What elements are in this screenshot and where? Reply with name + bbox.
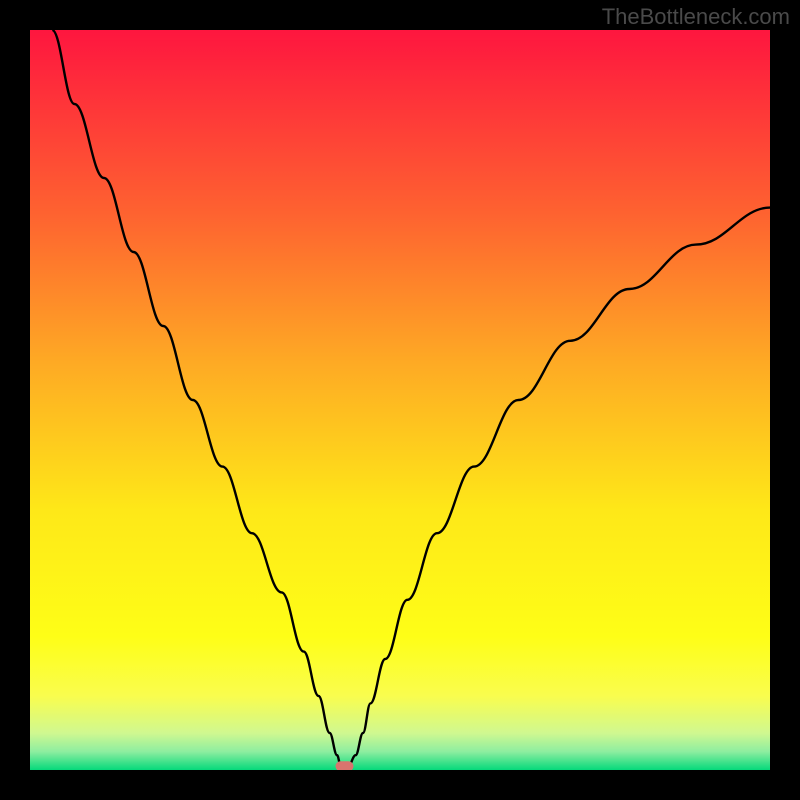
chart-frame xyxy=(30,30,770,770)
gradient-background xyxy=(30,30,770,770)
bottleneck-chart xyxy=(30,30,770,770)
watermark-text: TheBottleneck.com xyxy=(602,4,790,30)
optimal-marker xyxy=(336,761,354,770)
